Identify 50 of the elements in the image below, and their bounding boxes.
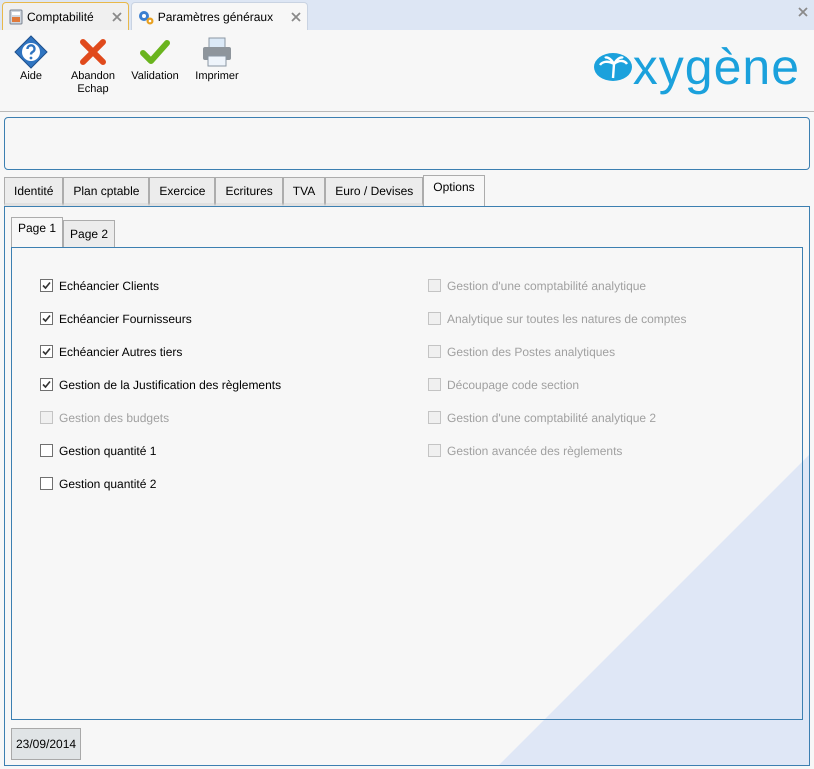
option-label: Gestion des budgets: [59, 410, 170, 426]
toolbar-button[interactable]: Imprimer: [186, 34, 248, 83]
toolbar-button[interactable]: Validation: [124, 34, 186, 83]
toolbar-button[interactable]: Abandon Echap: [62, 34, 124, 96]
option-label: Gestion quantité 1: [59, 442, 156, 460]
palm-icon: [592, 52, 633, 82]
checkmark-icon: [42, 281, 51, 290]
window-tab[interactable]: Comptabilité: [2, 2, 129, 30]
calculator-icon: [9, 8, 23, 24]
option-label: Gestion des Postes analytiques: [447, 344, 616, 360]
option-label: Echéancier Clients: [59, 278, 160, 294]
close-icon[interactable]: [798, 7, 808, 17]
checkbox[interactable]: [40, 378, 53, 391]
gears-icon: [138, 8, 154, 24]
check-icon: [140, 39, 170, 65]
help-icon: [14, 35, 48, 69]
checkmark-icon: [42, 314, 51, 323]
checkbox[interactable]: [40, 312, 53, 325]
checkbox[interactable]: [40, 279, 53, 292]
checkbox[interactable]: [40, 345, 53, 358]
option-label: Gestion d'une comptabilité analytique: [447, 278, 646, 294]
checkmark-icon: [42, 347, 51, 356]
tab[interactable]: Page 1: [11, 217, 64, 247]
toolbar-button[interactable]: Aide: [0, 34, 62, 83]
option-label: Gestion avancée des règlements: [447, 442, 622, 460]
cross-icon: [79, 38, 107, 66]
tab[interactable]: TVA: [282, 177, 326, 206]
option-label: Gestion quantité 2: [59, 476, 156, 492]
tab[interactable]: Plan cptable: [63, 177, 150, 206]
option-label: Echéancier Autres tiers: [59, 344, 182, 360]
tab[interactable]: Euro / Devises: [325, 177, 424, 206]
tab[interactable]: Exercice: [149, 177, 216, 206]
option-label: Gestion d'une comptabilité analytique 2: [447, 410, 656, 426]
tab[interactable]: Ecritures: [215, 177, 283, 206]
checkmark-icon: [42, 380, 51, 389]
option-label: Analytique sur toutes les natures de comptes: [447, 310, 686, 328]
option-label: Echéancier Fournisseurs: [59, 310, 192, 328]
tab[interactable]: Options: [423, 175, 485, 206]
option-label: Gestion de la Justification des règlements: [59, 376, 282, 394]
checkbox[interactable]: [40, 477, 53, 490]
close-icon[interactable]: [112, 12, 122, 22]
status-date: 23/09/2014: [11, 728, 82, 760]
option-label: Découpage code section: [447, 376, 580, 394]
checkbox[interactable]: [40, 444, 53, 457]
tab[interactable]: Page 2: [63, 220, 116, 247]
logo: xygène: [592, 42, 800, 92]
tab[interactable]: Identité: [4, 177, 64, 206]
close-icon[interactable]: [291, 12, 302, 22]
printer-icon: [201, 36, 233, 68]
window-tab[interactable]: Paramètres généraux: [130, 2, 308, 30]
